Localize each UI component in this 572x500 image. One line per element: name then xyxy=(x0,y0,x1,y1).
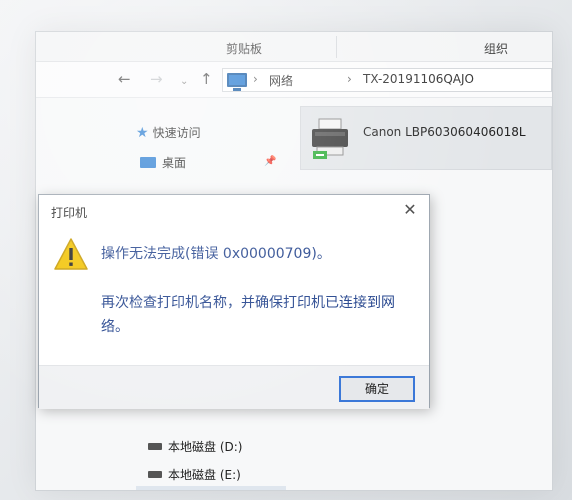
printer-tile[interactable]: Canon LBP603060406018L xyxy=(300,106,552,170)
close-icon[interactable]: ✕ xyxy=(399,199,421,221)
sidebar-item-drive-e[interactable]: 本地磁盘 (E:) xyxy=(148,466,241,483)
sidebar-item-label: 本地磁盘 (E:) xyxy=(168,468,241,482)
sidebar-item-network[interactable]: 网络 xyxy=(136,486,286,490)
drive-icon xyxy=(148,471,162,478)
sidebar-item-drive-d[interactable]: 本地磁盘 (D:) xyxy=(148,438,242,455)
dialog-main-message: 操作无法完成(错误 0x00000709)。 xyxy=(101,246,331,262)
dialog-footer: 确定 xyxy=(39,365,429,409)
computer-icon xyxy=(227,73,247,91)
breadcrumb-network[interactable]: 网络 xyxy=(269,72,293,89)
photo-frame: 剪贴板 组织 ← → ⌄ ↑ › 网络 › TX-20191106QAJO ★ 快… xyxy=(0,0,572,500)
forward-button[interactable]: → xyxy=(150,71,163,87)
up-button[interactable]: ↑ xyxy=(200,71,213,87)
address-bar[interactable]: › 网络 › TX-20191106QAJO xyxy=(222,68,552,92)
warning-icon xyxy=(54,238,88,270)
star-icon: ★ xyxy=(136,125,149,141)
drive-icon xyxy=(148,443,162,450)
ok-button[interactable]: 确定 xyxy=(339,376,415,402)
ribbon: 剪贴板 组织 xyxy=(36,32,552,62)
pin-icon[interactable]: 📌 xyxy=(264,156,276,167)
breadcrumb-host[interactable]: TX-20191106QAJO xyxy=(363,72,474,86)
printer-icon xyxy=(312,118,348,159)
back-button[interactable]: ← xyxy=(118,71,131,87)
desktop-icon xyxy=(140,157,156,168)
ribbon-group-clipboard: 剪贴板 xyxy=(226,42,263,56)
ribbon-separator xyxy=(336,36,337,58)
breadcrumb-chevron-icon[interactable]: › xyxy=(253,72,258,86)
breadcrumb-chevron-icon[interactable]: › xyxy=(347,72,352,86)
ribbon-group-organize: 组织 xyxy=(484,42,509,56)
address-row: ← → ⌄ ↑ › 网络 › TX-20191106QAJO xyxy=(36,62,552,98)
dialog-title: 打印机 xyxy=(51,206,88,220)
printer-error-dialog: 打印机 ✕ 操作无法完成(错误 0x00000709)。 再次检查打印机名称，并… xyxy=(38,194,430,409)
sidebar-item-desktop[interactable]: 桌面 xyxy=(140,154,186,171)
dialog-detail-message: 再次检查打印机名称，并确保打印机已连接到网络。 xyxy=(101,295,395,335)
sidebar-item-label: 快速访问 xyxy=(152,126,201,140)
dialog-titlebar[interactable]: 打印机 ✕ xyxy=(39,195,429,225)
printer-name: Canon LBP603060406018L xyxy=(363,125,526,139)
sidebar-item-label: 桌面 xyxy=(162,156,187,170)
sidebar-item-label: 本地磁盘 (D:) xyxy=(168,440,243,454)
recent-locations-chevron-icon[interactable]: ⌄ xyxy=(180,74,188,90)
sidebar-item-quick-access[interactable]: ★ 快速访问 xyxy=(136,124,201,141)
